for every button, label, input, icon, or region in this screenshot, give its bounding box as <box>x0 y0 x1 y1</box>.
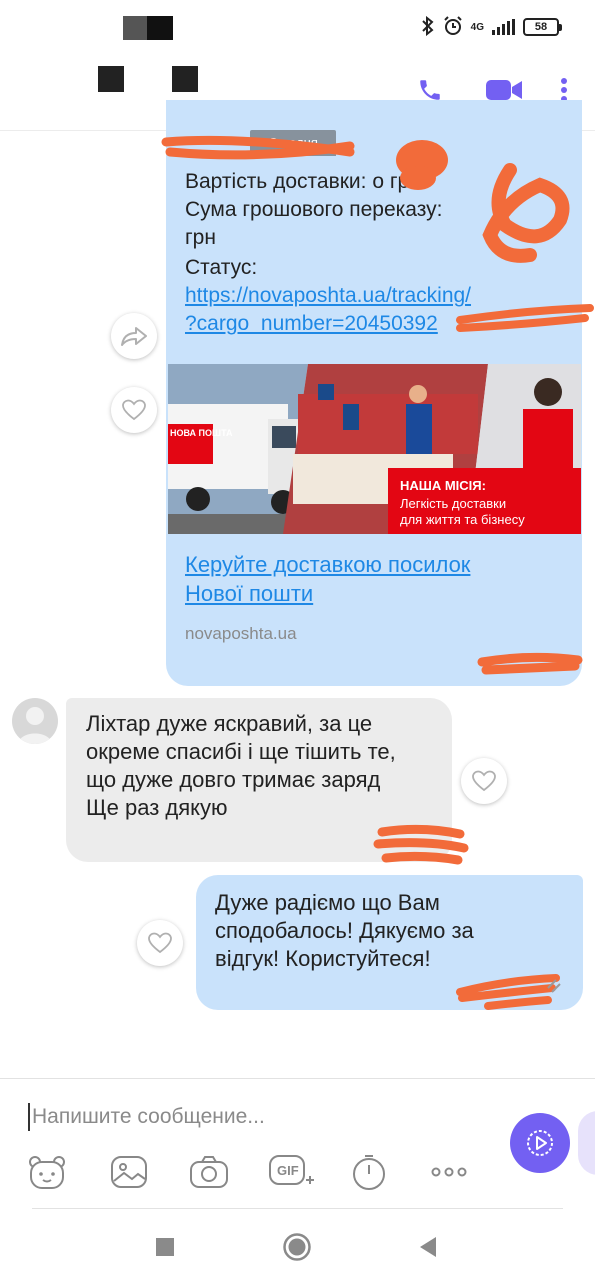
camera-icon <box>190 1156 228 1188</box>
home-circle-icon <box>283 1233 311 1261</box>
square-icon <box>156 1238 174 1256</box>
incoming-line-1: Ліхтар дуже яскравий, за це <box>86 711 373 736</box>
next-panel-peek <box>578 1111 595 1175</box>
back-triangle-icon <box>420 1237 436 1257</box>
gif-button[interactable]: GIF <box>268 1151 314 1193</box>
timer-button[interactable] <box>348 1151 390 1193</box>
gallery-icon <box>111 1156 147 1188</box>
more-tools-button[interactable] <box>428 1151 470 1193</box>
message-composer: Напишите сообщение... GIF <box>0 1078 595 1208</box>
sticker-icon <box>29 1156 65 1189</box>
composer-divider <box>32 1208 563 1209</box>
battery-icon: 58 <box>523 18 562 36</box>
system-navbar <box>0 1216 595 1280</box>
heart-icon <box>122 399 146 421</box>
forward-icon <box>121 327 147 346</box>
incoming-line-3: що дуже довго тримає заряд <box>86 767 381 792</box>
incoming-line-2: окреме спасибі і ще тішить те, <box>86 739 396 764</box>
forward-button[interactable] <box>111 313 157 359</box>
heart-icon <box>472 770 496 792</box>
outgoing-line-3: відгук! Користуйтеся! <box>215 946 431 971</box>
message-input[interactable]: Напишите сообщение... <box>28 1103 265 1131</box>
outgoing-line-2: сподобалось! Дякуємо за <box>215 918 474 943</box>
play-icon <box>527 1130 553 1156</box>
home-button[interactable] <box>280 1230 314 1264</box>
outgoing-line-1: Дуже радіємо що Вам <box>215 890 440 915</box>
redacted-contact-name <box>98 66 124 92</box>
heart-icon <box>148 932 172 954</box>
status-bar: 4G 58 <box>0 0 595 52</box>
network-type: 4G <box>470 21 484 33</box>
camera-button[interactable] <box>188 1151 230 1193</box>
more-horizontal-icon <box>431 1167 467 1177</box>
redacted-status-info <box>123 16 173 40</box>
alarm-icon <box>443 15 463 39</box>
back-button[interactable] <box>411 1230 445 1264</box>
bluetooth-icon <box>421 15 435 39</box>
user-icon <box>18 707 52 744</box>
redaction-scribble-time-1 <box>373 824 469 865</box>
redacted-contact-name-2 <box>172 66 198 92</box>
recent-apps-button[interactable] <box>148 1230 182 1264</box>
signal-icon <box>492 19 515 35</box>
sticker-button[interactable] <box>26 1151 68 1193</box>
redaction-scribbles <box>161 135 594 675</box>
send-voice-button[interactable] <box>510 1113 570 1173</box>
timer-icon <box>353 1155 385 1190</box>
redaction-scribble-time-2 <box>456 974 561 1010</box>
gallery-button[interactable] <box>108 1151 150 1193</box>
avatar[interactable] <box>12 698 58 744</box>
like-button-outgoing[interactable] <box>137 920 183 966</box>
like-button-link[interactable] <box>111 387 157 433</box>
gif-label: GIF <box>277 1163 299 1178</box>
like-button-incoming[interactable] <box>461 758 507 804</box>
incoming-line-4: Ще раз дякую <box>86 795 228 820</box>
